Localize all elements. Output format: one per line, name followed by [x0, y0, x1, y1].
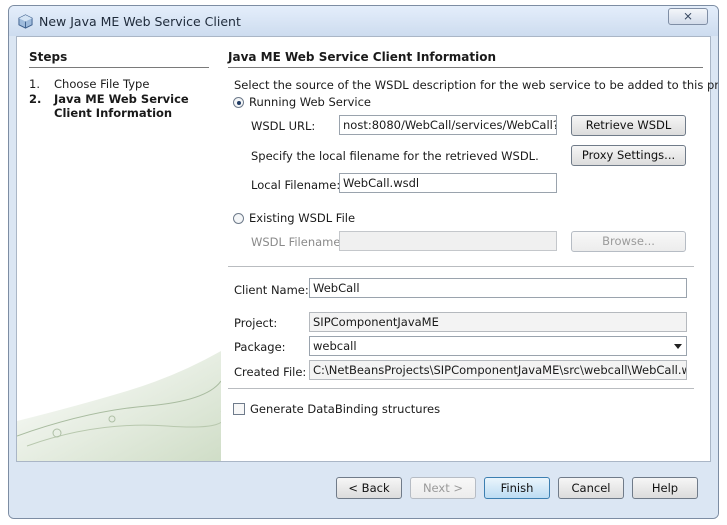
project-field: SIPComponentJavaME [309, 312, 687, 332]
button-bar: < Back Next > Finish Cancel Help [9, 462, 718, 518]
wsdl-filename-label: WSDL Filename: [251, 235, 345, 249]
project-label: Project: [234, 316, 278, 330]
window-title: New Java ME Web Service Client [39, 14, 241, 29]
step-label: Choose File Type [54, 77, 150, 91]
content-panel: Java ME Web Service Client Information S… [221, 37, 718, 461]
generate-databinding-label[interactable]: Generate DataBinding structures [250, 402, 440, 416]
created-file-field: C:\NetBeansProjects\SIPComponentJavaME\s… [309, 360, 687, 380]
decorative-swoosh-graphic [17, 351, 221, 461]
wsdl-filename-input[interactable] [339, 231, 557, 251]
wsdl-url-label: WSDL URL: [251, 119, 316, 133]
close-icon: ⨯ [682, 9, 694, 23]
existing-wsdl-file-radio[interactable] [233, 213, 244, 224]
steps-divider [29, 67, 209, 68]
help-button[interactable]: Help [632, 477, 698, 499]
close-button[interactable]: ⨯ [668, 8, 708, 25]
section-divider [228, 266, 694, 267]
retrieve-wsdl-button[interactable]: Retrieve WSDL [571, 115, 686, 136]
netbeans-cube-icon [18, 14, 33, 29]
package-combobox[interactable]: webcall [309, 336, 687, 356]
instruction-text: Select the source of the WSDL descriptio… [234, 78, 719, 92]
client-name-input[interactable]: WebCall [309, 278, 687, 298]
package-value: webcall [313, 339, 357, 353]
client-name-label: Client Name: [234, 283, 309, 297]
steps-panel: Steps 1. Choose File Type 2. Java ME Web… [17, 37, 221, 461]
running-web-service-radio[interactable] [233, 97, 244, 108]
browse-button[interactable]: Browse... [571, 231, 686, 252]
running-web-service-label[interactable]: Running Web Service [249, 95, 371, 109]
steps-heading: Steps [29, 50, 68, 64]
specify-filename-text: Specify the local filename for the retri… [251, 149, 539, 163]
dialog-window: New Java ME Web Service Client ⨯ Steps 1… [8, 5, 719, 519]
step-label: Java ME Web Service Client Information [54, 92, 189, 120]
back-button[interactable]: < Back [336, 477, 402, 499]
wizard-body: Steps 1. Choose File Type 2. Java ME Web… [16, 36, 718, 462]
existing-wsdl-file-label[interactable]: Existing WSDL File [249, 211, 355, 225]
generate-databinding-checkbox[interactable] [233, 403, 245, 415]
package-label: Package: [234, 340, 286, 354]
panel-heading: Java ME Web Service Client Information [228, 50, 497, 64]
section-divider [228, 388, 694, 389]
chevron-down-icon[interactable] [674, 344, 682, 349]
panel-heading-divider [228, 67, 703, 68]
step-number: 2. [29, 92, 42, 106]
proxy-settings-button[interactable]: Proxy Settings... [571, 145, 686, 166]
title-bar[interactable]: New Java ME Web Service Client ⨯ [9, 6, 718, 36]
next-button[interactable]: Next > [410, 477, 476, 499]
cancel-button[interactable]: Cancel [558, 477, 624, 499]
step-number: 1. [29, 77, 40, 91]
created-file-label: Created File: [234, 365, 307, 379]
wsdl-url-input[interactable]: nost:8080/WebCall/services/WebCall?wsdl [339, 115, 557, 135]
local-filename-label: Local Filename: [251, 178, 341, 192]
local-filename-input[interactable]: WebCall.wsdl [339, 173, 557, 193]
finish-button[interactable]: Finish [484, 477, 550, 499]
